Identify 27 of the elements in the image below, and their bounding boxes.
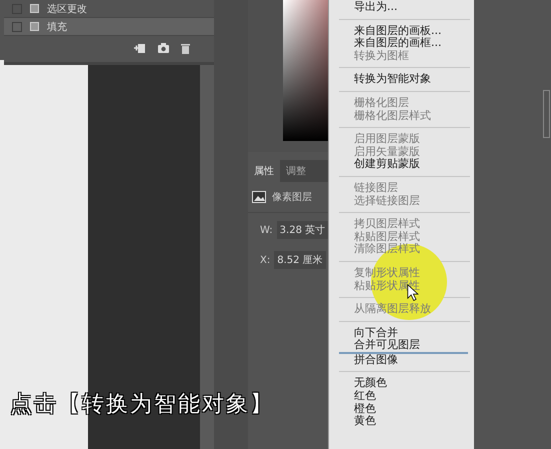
panel-tab[interactable]: 属性	[248, 160, 280, 182]
input-field[interactable]: 3.28 英寸	[276, 221, 328, 239]
input-field[interactable]: 8.52 厘米	[274, 251, 326, 269]
menu-item[interactable]: 来自图层的画框...	[354, 37, 442, 50]
menu-item[interactable]: 橙色	[354, 402, 376, 416]
history-label: 填充	[47, 20, 67, 34]
layer-type-label: 像素图层	[272, 190, 312, 204]
color-field[interactable]	[283, 0, 330, 141]
trash-icon[interactable]	[181, 43, 190, 54]
new-document-icon[interactable]	[134, 43, 146, 54]
menu-item[interactable]: 转换为智能对象	[354, 73, 431, 86]
menu-item[interactable]: 拼合图像	[354, 354, 398, 366]
menu-item[interactable]: 向下合并	[354, 326, 398, 340]
image-icon	[252, 191, 266, 203]
camera-icon[interactable]	[158, 43, 169, 53]
field-label: X:	[260, 254, 270, 266]
menu-item[interactable]: 来自图层的画板...	[354, 24, 442, 38]
menu-item[interactable]: 导出为...	[354, 1, 398, 14]
menu-item[interactable]: 红色	[354, 390, 376, 403]
menu-item[interactable]: 创建剪贴蒙版	[354, 158, 420, 171]
menu-item[interactable]: 合并可见图层	[354, 339, 420, 352]
menu-item[interactable]: 黄色	[354, 415, 376, 428]
history-item[interactable]: 填充	[4, 18, 214, 36]
history-label: 选区更改	[47, 2, 87, 16]
scroll-bar[interactable]	[543, 90, 550, 138]
field-label: W:	[260, 224, 273, 236]
menu-item[interactable]: 无颜色	[354, 377, 387, 390]
